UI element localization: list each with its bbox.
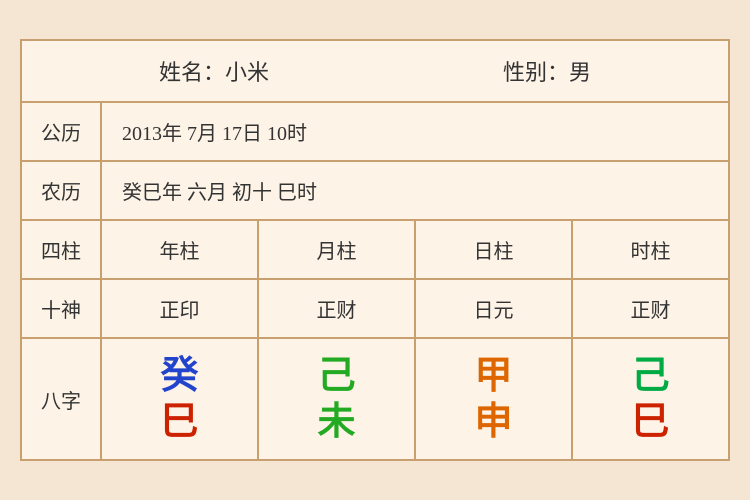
bazhi-year-top: 癸 xyxy=(160,357,198,395)
bazhi-month-top: 己 xyxy=(317,357,355,395)
bazhi-row: 八字 癸 巳 己 未 甲 申 己 巳 xyxy=(22,339,728,459)
bazhi-day-top: 甲 xyxy=(474,357,512,395)
shishen-row: 十神 正印 正财 日元 正财 xyxy=(22,280,728,339)
header-row: 姓名：小米 性别：男 xyxy=(22,41,728,103)
name-label: 姓名：小米 xyxy=(159,55,269,87)
column-year: 年柱 xyxy=(102,221,259,278)
shishen-label: 十神 xyxy=(22,280,102,337)
bazhi-day-bottom: 申 xyxy=(474,403,512,441)
shishen-hour: 正财 xyxy=(573,280,728,337)
bazhi-day: 甲 申 xyxy=(416,339,573,459)
bazhi-year-bottom: 巳 xyxy=(160,403,198,441)
shishen-year: 正印 xyxy=(102,280,259,337)
columns-row: 四柱 年柱 月柱 日柱 时柱 xyxy=(22,221,728,280)
shishen-day: 日元 xyxy=(416,280,573,337)
columns-label: 四柱 xyxy=(22,221,102,278)
column-month: 月柱 xyxy=(259,221,416,278)
shishen-month: 正财 xyxy=(259,280,416,337)
lunar-label: 农历 xyxy=(22,162,102,219)
gender-label: 性别：男 xyxy=(503,55,591,87)
lunar-row: 农历 癸巳年 六月 初十 巳时 xyxy=(22,162,728,221)
gregorian-label: 公历 xyxy=(22,103,102,160)
column-day: 日柱 xyxy=(416,221,573,278)
bazhi-hour-top: 己 xyxy=(631,357,669,395)
gregorian-value: 2013年 7月 17日 10时 xyxy=(102,103,728,160)
gregorian-row: 公历 2013年 7月 17日 10时 xyxy=(22,103,728,162)
main-container: 姓名：小米 性别：男 公历 2013年 7月 17日 10时 农历 癸巳年 六月… xyxy=(20,39,730,461)
lunar-value: 癸巳年 六月 初十 巳时 xyxy=(102,162,728,219)
bazhi-month-bottom: 未 xyxy=(317,403,355,441)
bazhi-hour: 己 巳 xyxy=(573,339,728,459)
bazhi-label: 八字 xyxy=(22,339,102,459)
column-hour: 时柱 xyxy=(573,221,728,278)
bazhi-year: 癸 巳 xyxy=(102,339,259,459)
bazhi-month: 己 未 xyxy=(259,339,416,459)
bazhi-hour-bottom: 巳 xyxy=(631,403,669,441)
